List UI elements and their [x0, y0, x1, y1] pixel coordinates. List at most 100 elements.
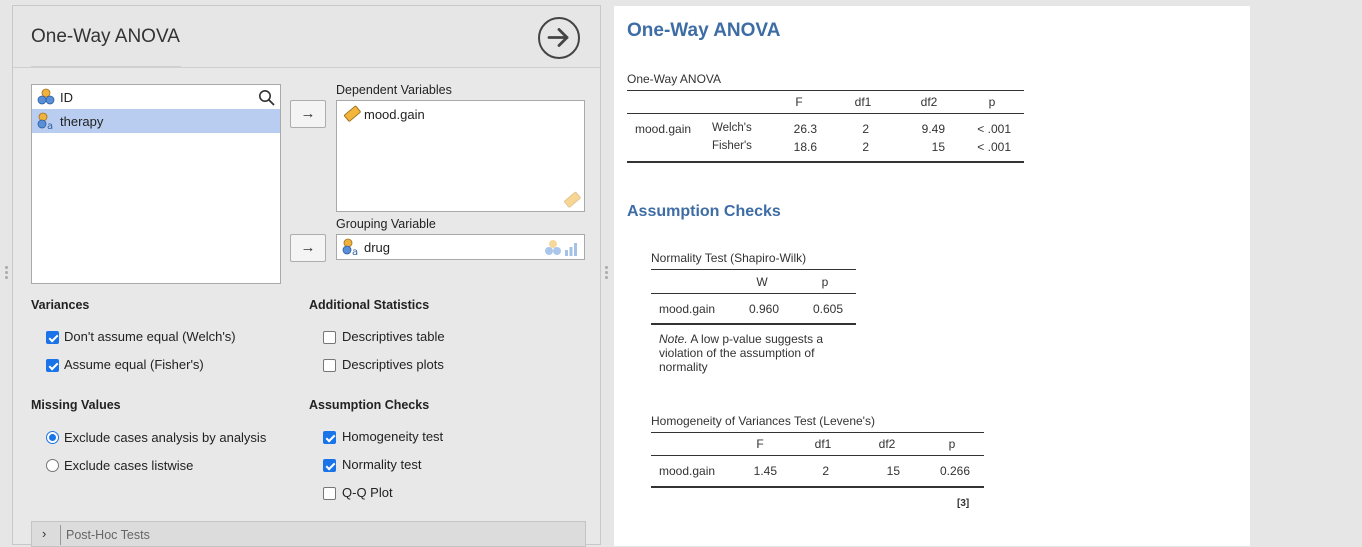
column-header-df2: df2	[878, 437, 896, 451]
table-rule	[651, 323, 856, 325]
column-header-f: F	[756, 437, 764, 451]
nominal-text-icon: a	[342, 238, 358, 256]
continuous-ruler-icon	[344, 105, 361, 122]
welch-label: Don't assume equal (Welch's)	[64, 329, 236, 344]
table-cell-p: 0.605	[812, 302, 843, 316]
table-rule	[627, 113, 1024, 114]
arrow-right-icon: →	[300, 239, 316, 256]
move-to-dependent-button[interactable]: →	[290, 100, 326, 128]
table-cell-p: 0.266	[939, 464, 970, 478]
table-cell-w: 0.960	[748, 302, 779, 316]
dependent-variable-item[interactable]: mood.gain	[364, 107, 425, 122]
qq-plot-label: Q-Q Plot	[342, 485, 393, 500]
column-header-f: F	[795, 95, 803, 109]
move-to-grouping-button[interactable]: →	[290, 234, 326, 262]
grouping-variable-item[interactable]: drug	[364, 240, 390, 255]
grouping-variable-label: Grouping Variable	[336, 217, 436, 231]
table-cell-f: 26.3	[793, 122, 817, 136]
post-hoc-tests-section[interactable]: › Post-Hoc Tests	[31, 521, 586, 547]
homogeneity-checkbox[interactable]	[323, 431, 336, 444]
fisher-label: Assume equal (Fisher's)	[64, 357, 204, 372]
welch-checkbox[interactable]	[46, 331, 59, 344]
table-rule	[627, 90, 1024, 91]
additional-statistics-title: Additional Statistics	[309, 298, 430, 312]
column-header-df1: df1	[814, 437, 832, 451]
svg-text:a: a	[47, 121, 53, 130]
table-cell-df1: 2	[862, 140, 869, 154]
grouping-variable-box[interactable]: a drug	[336, 234, 585, 260]
column-header-p: p	[948, 437, 956, 451]
column-header-df2: df2	[920, 95, 938, 109]
search-icon[interactable]	[258, 89, 275, 106]
arrow-right-circle-icon	[547, 28, 569, 47]
qq-plot-checkbox[interactable]	[323, 487, 336, 500]
results-heading: One-Way ANOVA	[627, 20, 781, 41]
column-header-p: p	[821, 275, 829, 289]
options-header: One-Way ANOVA	[13, 6, 600, 68]
svg-text:a: a	[352, 247, 358, 256]
dependent-variables-box[interactable]: mood.gain	[336, 100, 585, 212]
run-arrow-button[interactable]	[538, 17, 580, 59]
table-cell-test: Welch's	[712, 122, 752, 134]
exclude-listwise-radio[interactable]	[46, 459, 59, 472]
list-item-therapy[interactable]: a therapy	[32, 109, 280, 133]
list-item-label: therapy	[60, 114, 104, 129]
anova-table-title: One-Way ANOVA	[627, 72, 722, 86]
resize-grip-divider[interactable]	[605, 266, 608, 280]
dependent-variables-label: Dependent Variables	[336, 83, 452, 97]
note-label: Note.	[659, 332, 688, 346]
resize-grip-left[interactable]	[5, 266, 8, 280]
normality-table-title: Normality Test (Shapiro-Wilk)	[651, 251, 807, 265]
table-cell-p: < .001	[977, 140, 1011, 154]
descriptives-table-label: Descriptives table	[342, 329, 445, 344]
normality-checkbox[interactable]	[323, 459, 336, 472]
variances-title: Variances	[31, 298, 90, 312]
assumption-checks-heading: Assumption Checks	[627, 203, 781, 220]
assumption-checks-title: Assumption Checks	[309, 398, 430, 412]
nominal-integer-icon	[37, 88, 55, 105]
column-header-p: p	[988, 95, 996, 109]
divider	[60, 525, 61, 545]
descriptives-plots-checkbox[interactable]	[323, 359, 336, 372]
table-rule	[651, 293, 856, 294]
exclude-analysis-radio[interactable]	[46, 431, 59, 444]
table-cell-df2: 15	[931, 140, 945, 154]
column-header-w: W	[756, 275, 768, 289]
nominal-text-icon: a	[37, 112, 53, 130]
arrow-right-icon: →	[300, 105, 316, 122]
table-cell-f: 18.6	[793, 140, 817, 154]
table-cell-df2: 9.49	[921, 122, 945, 136]
table-rule	[651, 455, 984, 456]
levene-table-title: Homogeneity of Variances Test (Levene's)	[651, 414, 875, 428]
options-title: One-Way ANOVA	[31, 26, 180, 47]
results-panel: One-Way ANOVA One-Way ANOVA F df1 df2 p …	[614, 6, 1250, 546]
list-item-label: ID	[60, 90, 73, 105]
table-cell-df1: 2	[822, 464, 829, 478]
ordinal-bars-icon	[565, 243, 577, 256]
table-cell-df1: 2	[862, 122, 869, 136]
fisher-checkbox[interactable]	[46, 359, 59, 372]
table-cell-df2: 15	[886, 464, 900, 478]
exclude-analysis-label: Exclude cases analysis by analysis	[64, 430, 267, 445]
column-header-df1: df1	[854, 95, 872, 109]
table-rule	[651, 486, 984, 488]
post-hoc-tests-label: Post-Hoc Tests	[66, 528, 150, 542]
table-cell-var: mood.gain	[659, 302, 716, 316]
descriptives-table-checkbox[interactable]	[323, 331, 336, 344]
table-cell-f: 1.45	[753, 464, 777, 478]
table-rule	[651, 269, 856, 270]
options-panel: One-Way ANOVA ID a therapy → → Dependent…	[5, 5, 601, 547]
exclude-listwise-label: Exclude cases listwise	[64, 458, 194, 473]
title-underline	[31, 66, 181, 68]
table-rule	[627, 161, 1024, 163]
normality-note: Note. A low p-value suggests a violation…	[659, 332, 839, 374]
list-item-id[interactable]: ID	[32, 85, 280, 109]
descriptives-plots-label: Descriptives plots	[342, 357, 444, 372]
table-cell-var: mood.gain	[659, 464, 716, 478]
variable-list[interactable]: ID a therapy	[31, 84, 281, 284]
table-cell-p: < .001	[977, 122, 1011, 136]
missing-values-title: Missing Values	[31, 398, 121, 412]
chevron-right-icon: ›	[42, 526, 47, 541]
normality-label: Normality test	[342, 457, 422, 472]
reference-link[interactable]: [3]	[957, 498, 969, 509]
